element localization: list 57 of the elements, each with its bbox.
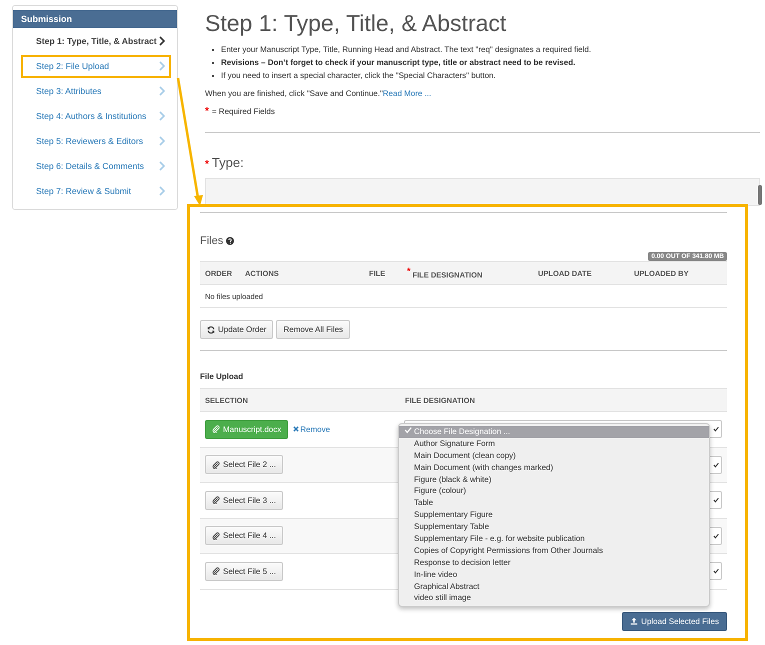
- file-button[interactable]: Select File 2 ...: [205, 455, 283, 474]
- dropdown-option[interactable]: Table: [399, 497, 709, 510]
- file-button[interactable]: Select File 4 ...: [205, 526, 283, 546]
- option-label: Table: [414, 498, 434, 508]
- table-button[interactable]: Remove All Files: [276, 320, 350, 339]
- option-label: In-line video: [414, 570, 458, 579]
- option-label: Response to decision letter: [414, 558, 510, 567]
- table-button[interactable]: Update Order: [200, 320, 274, 339]
- option-label: Figure (colour): [414, 486, 466, 496]
- step-link[interactable]: Step 2: File Upload: [21, 55, 171, 78]
- option-label: Supplementary Table: [414, 522, 490, 532]
- required-mark: *: [205, 106, 209, 117]
- dropdown-option[interactable]: Main Document (with changes marked): [399, 462, 709, 474]
- instruction-text: Enter your Manuscript Type, Title, Running Head and Abstract. The text "req" designates a required field.: [221, 44, 592, 56]
- option-label: video still image: [414, 593, 471, 602]
- section-title: Files: [200, 235, 224, 247]
- read-more-link[interactable]: Read More ...: [382, 89, 432, 98]
- section-title: File Upload: [200, 372, 244, 381]
- dropdown-option[interactable]: Copies of Copyright Permissions from Other Journals: [399, 544, 709, 557]
- instruction-text: If you need to insert a special character, click the "Special Characters" button.: [221, 70, 496, 82]
- field-label: Type:: [212, 155, 244, 170]
- upload-button[interactable]: Upload Selected Files: [622, 612, 727, 630]
- dropdown-option[interactable]: In-line video: [399, 568, 709, 581]
- dropdown-option[interactable]: Graphical Abstract: [399, 580, 709, 592]
- option-label: Figure (black & white): [414, 474, 492, 484]
- remove-link[interactable]: Remove: [293, 424, 330, 434]
- page-title: Step 1: Type, Title, & Abstract: [205, 10, 508, 37]
- step-link[interactable]: Step 5: Reviewers & Editors: [21, 130, 171, 153]
- instruction-text: When you are finished, click "Save and Continue.": [205, 89, 383, 98]
- option-label: Main Document (with changes marked): [414, 462, 554, 472]
- step-link[interactable]: Step 3: Attributes: [21, 80, 171, 103]
- option-label: Main Document (clean copy): [414, 450, 516, 460]
- step-link[interactable]: Step 7: Review & Submit: [21, 180, 171, 203]
- option-label: Supplementary Figure: [414, 510, 493, 520]
- dropdown-option[interactable]: Supplementary Figure: [399, 509, 709, 522]
- step-link[interactable]: Step 1: Type, Title, & Abstract: [21, 30, 171, 53]
- dropdown-option[interactable]: video still image: [399, 592, 709, 604]
- option-label: Author Signature Form: [414, 438, 495, 448]
- option-label: Graphical Abstract: [414, 582, 480, 591]
- option-label: Choose File Designation ...: [414, 427, 510, 436]
- required-mark: *: [205, 159, 209, 170]
- option-label: Supplementary File - e.g. for website publication: [414, 534, 585, 544]
- dropdown-option[interactable]: Supplementary Table: [399, 521, 709, 534]
- dropdown-option[interactable]: Supplementary File - e.g. for website publication: [399, 533, 709, 545]
- sidebar-title: Submission: [13, 10, 177, 28]
- dropdown-option[interactable]: Figure (colour): [399, 485, 709, 498]
- file-button[interactable]: Select File 5 ...: [205, 562, 283, 581]
- dropdown-option[interactable]: Response to decision letter: [399, 556, 709, 569]
- dropdown-option[interactable]: Figure (black & white): [399, 474, 709, 486]
- step-link[interactable]: Step 4: Authors & Institutions: [21, 105, 171, 128]
- step-link[interactable]: Step 6: Details & Comments: [21, 155, 171, 178]
- required-note: = Required Fields: [212, 107, 275, 116]
- dropdown-option[interactable]: Main Document (clean copy): [399, 450, 709, 462]
- dropdown-option[interactable]: Author Signature Form: [399, 438, 709, 450]
- file-button[interactable]: Select File 3 ...: [205, 490, 283, 510]
- option-label: Copies of Copyright Permissions from Other Journals: [414, 546, 603, 555]
- instruction-text: Revisions – Don’t forget to check if your manuscript type, title or abstract need to be revised.: [221, 57, 576, 69]
